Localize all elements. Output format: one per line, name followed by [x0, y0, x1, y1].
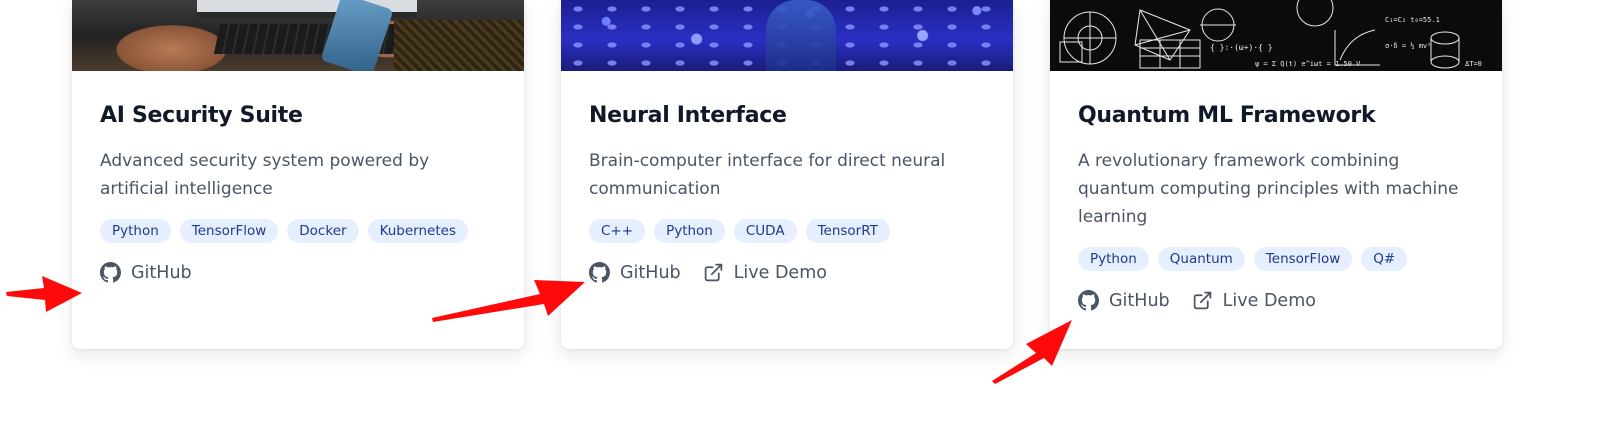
tech-tag: Python: [1078, 247, 1149, 271]
tech-tag: Python: [654, 219, 725, 243]
svg-text:{ }:·(ω+)·{ }: { }:·(ω+)·{ }: [1210, 43, 1273, 52]
project-description: Advanced security system powered by arti…: [100, 151, 430, 199]
project-links: GitHub Live Demo: [1078, 290, 1474, 311]
tech-tag: TensorFlow: [1253, 247, 1353, 271]
svg-text:ψ = Σ Q(t) e^iωt = 1.50 V: ψ = Σ Q(t) e^iωt = 1.50 V: [1255, 60, 1361, 68]
github-link[interactable]: GitHub: [100, 262, 192, 283]
project-card: { }:·(ω+)·{ } ψ = Σ Q(t) e^iωt = 1.50 V …: [1050, 0, 1502, 349]
live-demo-link[interactable]: Live Demo: [703, 262, 827, 283]
project-card: Neural Interface Brain-computer interfac…: [561, 0, 1013, 349]
project-links: GitHub Live Demo: [589, 262, 985, 283]
tech-tag: TensorFlow: [179, 219, 279, 243]
tag-list: Python TensorFlow Docker Kubernetes: [100, 219, 496, 243]
tech-tag: CUDA: [733, 219, 797, 243]
tech-tag: C++: [589, 219, 646, 243]
project-title: Neural Interface: [589, 103, 787, 128]
svg-text:C₁=C₂ t₀=55.1: C₁=C₂ t₀=55.1: [1385, 16, 1440, 24]
project-description: Brain-computer interface for direct neur…: [589, 151, 946, 199]
tech-tag: Docker: [287, 219, 359, 243]
tech-tag: Python: [100, 219, 171, 243]
project-card: AI Security Suite Advanced security syst…: [72, 0, 524, 349]
tag-list: C++ Python CUDA TensorRT: [589, 219, 985, 243]
project-links: GitHub: [100, 262, 496, 283]
github-link[interactable]: GitHub: [1078, 290, 1170, 311]
project-title: Quantum ML Framework: [1078, 103, 1376, 128]
project-title: AI Security Suite: [100, 103, 303, 128]
github-icon: [1078, 290, 1099, 311]
svg-text:ΔT=0: ΔT=0: [1465, 60, 1482, 68]
tech-tag: TensorRT: [805, 219, 890, 243]
github-link-label: GitHub: [620, 262, 681, 283]
svg-text:σ·δ = ½ mv²: σ·δ = ½ mv²: [1385, 42, 1431, 50]
github-icon: [100, 262, 121, 283]
external-link-icon: [704, 263, 722, 282]
github-link-label: GitHub: [131, 262, 192, 283]
project-description: A revolutionary framework combining quan…: [1078, 151, 1459, 227]
external-link-icon: [1193, 291, 1211, 310]
project-image-neural: [561, 0, 1013, 71]
project-image-math: { }:·(ω+)·{ } ψ = Σ Q(t) e^iωt = 1.50 V …: [1050, 0, 1502, 71]
tech-tag: Kubernetes: [367, 219, 468, 243]
tech-tag: Q#: [1361, 247, 1408, 271]
github-link-label: GitHub: [1109, 290, 1170, 311]
github-icon: [589, 262, 610, 283]
live-demo-label: Live Demo: [733, 262, 827, 283]
tag-list: Python Quantum TensorFlow Q#: [1078, 247, 1474, 271]
live-demo-label: Live Demo: [1222, 290, 1316, 311]
project-image-laptop: [72, 0, 524, 71]
tech-tag: Quantum: [1157, 247, 1245, 271]
github-link[interactable]: GitHub: [589, 262, 681, 283]
live-demo-link[interactable]: Live Demo: [1192, 290, 1316, 311]
